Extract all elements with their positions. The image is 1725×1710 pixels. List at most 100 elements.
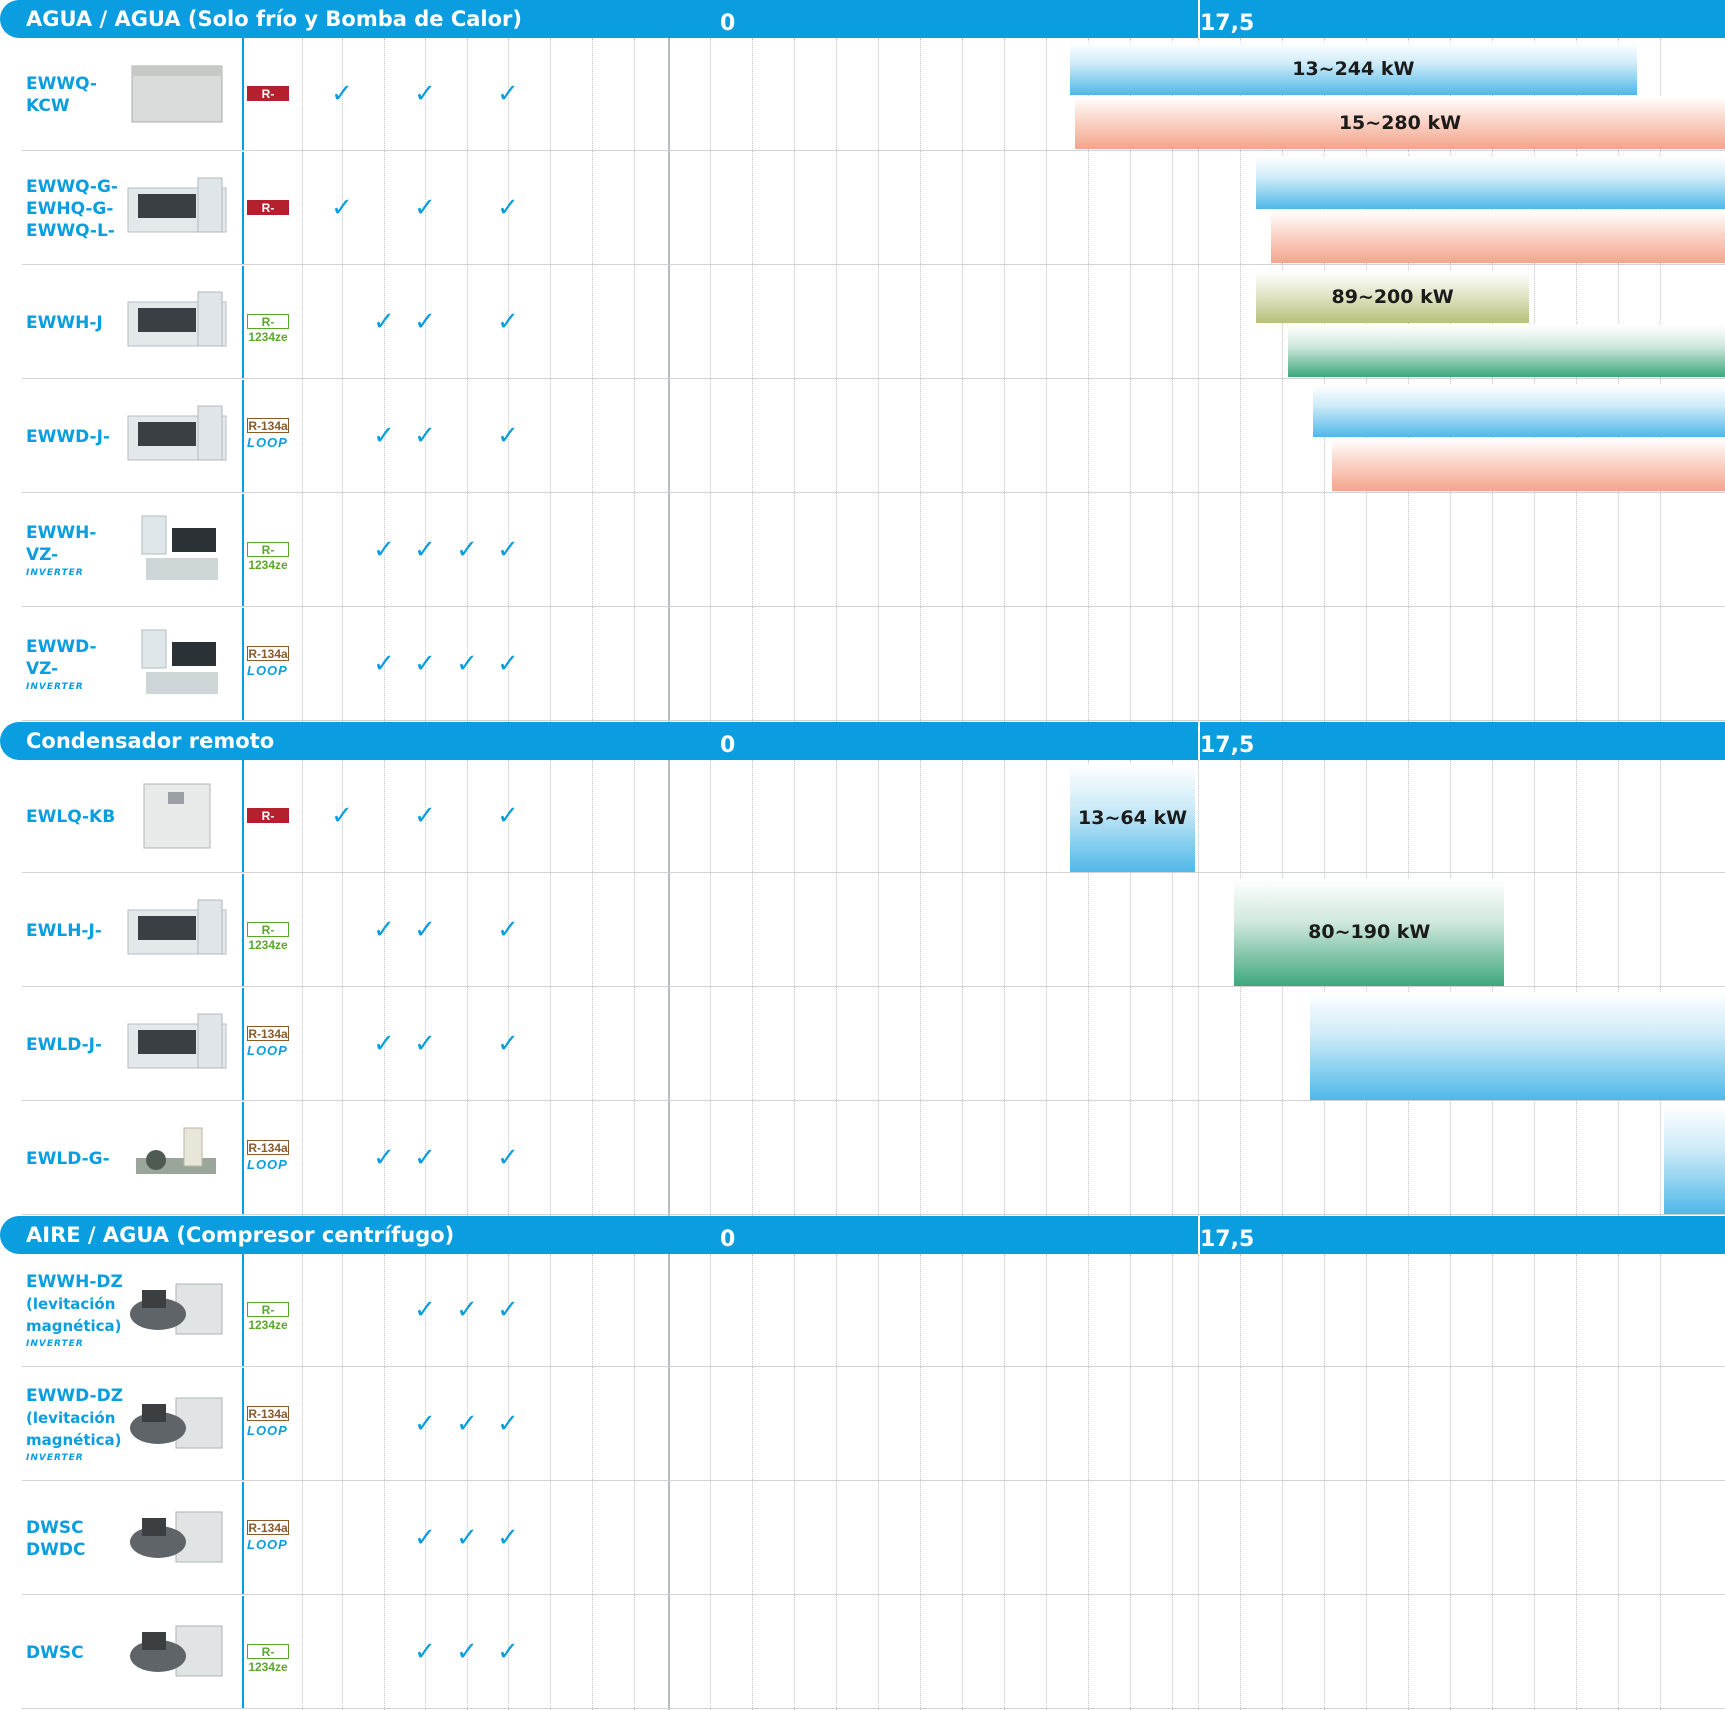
column-divider [242,266,244,379]
refrigerant-badge: R-134a LOOP [247,380,289,493]
capacity-bar [1663,1106,1725,1214]
refrigerant-label: R-134a [247,646,289,661]
capacity-bar: 89~200 kW [1256,271,1529,323]
model-name-line: EWWQ-KCW [26,73,97,116]
refrigerant-badge: R-1234ze [247,1254,289,1367]
refrigerant-badge: R-1234ze [247,494,289,607]
column-divider [242,608,244,721]
capacity-bar: 15~280 kW [1074,97,1725,149]
capacity-bar [1310,992,1725,1100]
check-mark: ✓ [373,1143,395,1173]
refrigerant-badge: R-1234ze [247,874,289,987]
model-name: EWWQ-G- EWHQ-G- EWWQ-L- [26,152,126,265]
row-separator [22,378,1725,379]
column-divider [242,1368,244,1481]
check-mark: ✓ [331,79,353,109]
check-mark: ✓ [414,1295,436,1325]
column-divider [242,1254,244,1367]
model-name-line: DWDC [26,1539,86,1560]
refrigerant-label: R-1234ze [247,922,289,952]
loop-logo: LOOP [247,663,288,678]
check-mark: ✓ [373,307,395,337]
model-name-line: EWWD-J- [26,426,110,447]
row-separator [22,1594,1725,1595]
section-header: Condensador remoto 0 17,5 [0,722,1725,760]
check-mark: ✓ [373,915,395,945]
row-separator [22,720,1725,721]
axis-tick-label: 17,5 [1200,11,1255,36]
column-divider [242,874,244,987]
refrigerant-badge: R-134a LOOP [247,1102,289,1215]
table-row: EWWD-VZ- INVERTER R-134a LOOP ✓ ✓ ✓ ✓ [0,608,1725,721]
check-mark: ✓ [497,1409,519,1439]
inverter-logo: INVERTER [26,682,84,692]
model-name-line: DWSC [26,1517,84,1538]
check-mark: ✓ [497,193,519,223]
product-image [127,1013,227,1069]
model-name-line: EWLQ-KB [26,806,116,827]
check-mark: ✓ [497,79,519,109]
product-image [131,65,223,123]
column-divider [242,152,244,265]
check-mark: ✓ [497,801,519,831]
table-row: DWSC R-1234ze ✓ ✓ ✓ [0,1596,1725,1709]
check-mark: ✓ [456,1295,478,1325]
model-name: EWWD-J- [26,380,126,493]
axis-tick-label: 0 [720,11,736,36]
check-mark: ✓ [497,1295,519,1325]
check-mark: ✓ [331,193,353,223]
check-mark: ✓ [497,307,519,337]
column-divider [242,38,244,151]
table-row: EWWD-DZ (levitación magnética) INVERTER R-13… [0,1368,1725,1481]
model-name-line: EWHQ-G- [26,198,114,219]
check-mark: ✓ [456,1523,478,1553]
model-name-line: EWLD-J- [26,1034,103,1055]
capacity-bar-label: 89~200 kW [1331,286,1454,308]
check-mark: ✓ [456,649,478,679]
refrigerant-label: R-134a [247,1520,289,1535]
check-mark: ✓ [373,421,395,451]
row-separator [22,1366,1725,1367]
model-name: EWLD-J- [26,988,126,1101]
product-image [136,1127,216,1174]
inverter-logo: INVERTER [26,568,84,578]
check-mark: ✓ [497,421,519,451]
refrigerant-label: R-134a [247,1406,289,1421]
product-image [127,177,227,233]
loop-logo: LOOP [247,1043,288,1058]
model-subtitle: magnética) [26,1431,122,1449]
capacity-bar: 80~190 kW [1234,878,1505,986]
refrigerant-label: R-410A [247,808,289,838]
row-separator [22,872,1725,873]
refrigerant-label: R-134a [247,1026,289,1041]
capacity-bar-label: 13~244 kW [1292,58,1415,80]
table-row: EWWD-J- R-134a LOOP ✓ ✓ ✓ [0,380,1725,493]
row-separator [22,606,1725,607]
row-separator [22,150,1725,151]
product-image [130,1511,223,1563]
check-mark: ✓ [497,1143,519,1173]
check-mark: ✓ [414,1409,436,1439]
table-row: 80~190 kW EWLH-J- R-1234ze ✓ ✓ ✓ [0,874,1725,987]
refrigerant-label: R-1234ze [247,1644,289,1674]
check-mark: ✓ [414,801,436,831]
table-row: EWWQ-G- EWHQ-G- EWWQ-L- R-410A ✓ ✓ ✓ [0,152,1725,265]
column-divider [242,1482,244,1595]
refrigerant-label: R-1234ze [247,314,289,344]
model-name-line: EWWQ-G- [26,176,118,197]
model-name: EWLD-G- [26,1102,126,1215]
check-mark: ✓ [414,421,436,451]
model-name-line: EWWH-J [26,312,103,333]
model-name-line: EWWQ-L- [26,220,115,241]
product-image [141,515,218,580]
product-image [127,405,227,461]
check-mark: ✓ [456,1409,478,1439]
refrigerant-label: R-410A [247,200,289,230]
axis-tick-label: 0 [720,733,736,758]
column-divider [242,1596,244,1709]
check-mark: ✓ [414,79,436,109]
model-name: EWLQ-KB [26,760,126,873]
capacity-bar-label: 13~64 kW [1078,807,1188,829]
check-mark: ✓ [414,1523,436,1553]
refrigerant-label: R-1234ze [247,1302,289,1332]
